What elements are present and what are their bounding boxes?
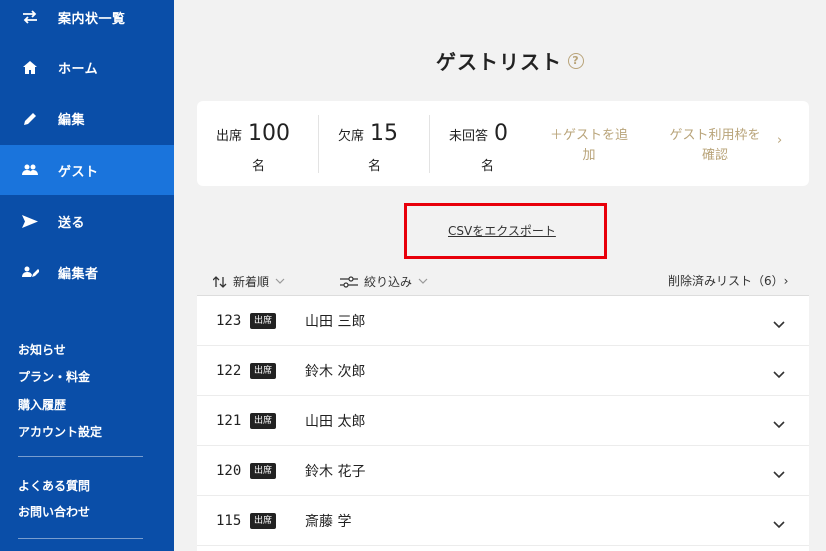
guest-name: 斎藤 学: [305, 513, 352, 530]
pencil-icon: [20, 108, 40, 128]
add-guest-button[interactable]: ＋ゲストを追 加: [541, 126, 637, 166]
quota-line2: 確認: [701, 148, 728, 163]
guest-number: 123: [216, 312, 242, 329]
guest-number: 121: [216, 412, 242, 429]
page-title: ゲストリスト ?: [436, 46, 584, 75]
guest-name: 鈴木 次郎: [305, 363, 366, 380]
guest-name: 山田 太郎: [305, 413, 366, 430]
csv-export-link[interactable]: CSVをエクスポート: [448, 222, 556, 239]
stat-unit: 名: [481, 159, 495, 174]
guest-number: 115: [216, 512, 242, 529]
guest-number: 122: [216, 362, 242, 379]
add-guest-line1: ＋ゲストを追: [549, 128, 628, 143]
status-badge: 出席: [250, 513, 277, 529]
send-icon: [20, 211, 40, 231]
guest-row[interactable]: 122 出席 鈴木 次郎: [197, 346, 809, 396]
side-link-faq[interactable]: よくある質問: [18, 477, 90, 494]
guest-list: 123 出席 山田 三郎 122 出席 鈴木 次郎 121 出席 山田 太郎 1…: [197, 295, 809, 551]
app-root: 案内状一覧 ホーム 編集 ゲスト 送る 編集者 お知らせ プラン・料金 購入履歴…: [0, 0, 826, 551]
chevron-down-icon[interactable]: [773, 514, 785, 533]
nav-item-home[interactable]: ホーム: [0, 42, 174, 92]
sort-arrows-icon: [213, 275, 227, 288]
chevron-down-icon[interactable]: [773, 364, 785, 383]
nav-label: 編集者: [58, 266, 99, 282]
nav-label: 案内状一覧: [58, 11, 126, 27]
status-badge: 出席: [250, 413, 277, 429]
nav-item-send[interactable]: 送る: [0, 196, 174, 246]
sort-label: 新着順: [233, 275, 270, 289]
side-link-account-settings[interactable]: アカウント設定: [18, 423, 102, 440]
side-link-plans[interactable]: プラン・料金: [18, 368, 90, 385]
nav-item-guest[interactable]: ゲスト: [0, 145, 174, 195]
stat-value: 15: [370, 121, 399, 146]
guest-row[interactable]: 123 出席 山田 三郎: [197, 296, 809, 346]
chevron-down-icon[interactable]: [773, 464, 785, 483]
status-badge: 出席: [250, 363, 277, 379]
guest-row[interactable]: 120 出席 鈴木 花子: [197, 446, 809, 496]
sort-dropdown[interactable]: 新着順: [213, 273, 285, 290]
nav-label: ホーム: [58, 61, 99, 77]
sidebar-divider: [18, 456, 143, 457]
sidebar: 案内状一覧 ホーム 編集 ゲスト 送る 編集者 お知らせ プラン・料金 購入履歴…: [0, 0, 174, 551]
guest-name: 鈴木 花子: [305, 463, 366, 480]
chevron-down-icon: [275, 276, 285, 287]
guest-summary-card: 出席 100 名 欠席 15 名 未回答 0 名 ＋ゲストを追 加 ゲスト利用枠…: [197, 101, 809, 186]
filter-sliders-icon: [340, 275, 358, 288]
filter-dropdown[interactable]: 絞り込み: [340, 273, 428, 290]
sidebar-divider: [18, 538, 143, 539]
stat-value: 0: [494, 121, 509, 146]
deleted-list-link[interactable]: 削除済みリスト（6）›: [668, 272, 788, 289]
transfer-arrows-icon: [20, 7, 40, 27]
stat-unit: 名: [252, 159, 266, 174]
guest-row[interactable]: 121 出席 山田 太郎: [197, 396, 809, 446]
nav-item-editors[interactable]: 編集者: [0, 247, 174, 297]
nav-label: 編集: [58, 112, 86, 128]
guest-number: 120: [216, 462, 242, 479]
quota-line1: ゲスト利用枠を: [669, 128, 761, 143]
nav-item-edit[interactable]: 編集: [0, 93, 174, 143]
status-badge: 出席: [250, 313, 277, 329]
stat-label: 出席: [216, 129, 243, 144]
filter-label: 絞り込み: [364, 275, 413, 289]
home-icon: [20, 57, 40, 77]
status-badge: 出席: [250, 463, 277, 479]
guest-name: 山田 三郎: [305, 313, 366, 330]
check-guest-quota-button[interactable]: ゲスト利用枠を 確認: [659, 126, 771, 166]
editor-icon: [20, 262, 40, 282]
side-link-contact[interactable]: お問い合わせ: [18, 503, 90, 520]
stat-value: 100: [248, 121, 291, 146]
nav-item-invitation-list[interactable]: 案内状一覧: [0, 0, 174, 42]
add-guest-line2: 加: [582, 148, 596, 163]
stat-label: 未回答: [449, 129, 489, 144]
people-icon: [20, 160, 40, 180]
stat-divider: [429, 115, 430, 173]
chevron-right-icon[interactable]: ›: [777, 133, 782, 148]
guest-row[interactable]: 115 出席 斎藤 学: [197, 496, 809, 546]
stat-label: 欠席: [338, 129, 365, 144]
chevron-down-icon[interactable]: [773, 314, 785, 333]
nav-label: ゲスト: [58, 164, 99, 180]
side-link-purchase-history[interactable]: 購入履歴: [18, 396, 66, 413]
stat-unit: 名: [368, 159, 382, 174]
chevron-down-icon: [418, 276, 428, 287]
chevron-down-icon[interactable]: [773, 414, 785, 433]
nav-label: 送る: [58, 215, 86, 231]
page-title-text: ゲストリスト: [436, 50, 562, 74]
help-icon[interactable]: ?: [568, 52, 584, 69]
side-link-news[interactable]: お知らせ: [18, 341, 66, 358]
stat-divider: [318, 115, 319, 173]
